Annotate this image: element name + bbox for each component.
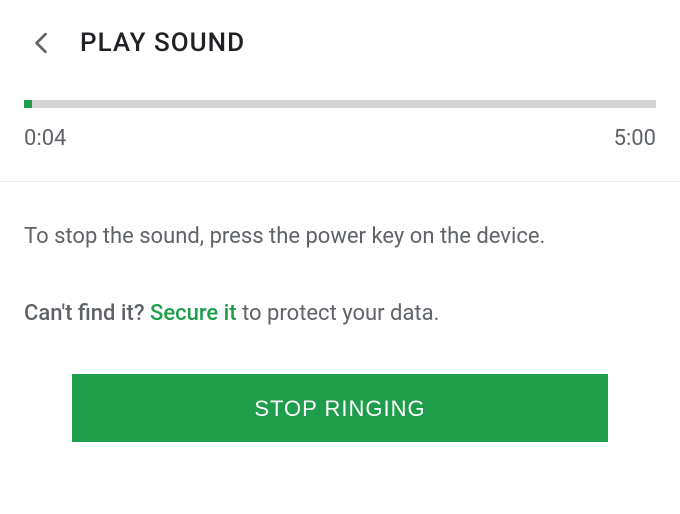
progress-fill [24, 100, 32, 108]
back-icon[interactable] [30, 32, 52, 54]
time-row: 0:04 5:00 [24, 126, 656, 151]
content: To stop the sound, press the power key o… [0, 182, 680, 442]
hint-suffix: to protect your data. [242, 301, 439, 326]
secure-it-link[interactable]: Secure it [150, 301, 237, 326]
progress-bar [24, 100, 656, 108]
progress-section: 0:04 5:00 [0, 82, 680, 181]
hint-text: Can't find it? Secure it to protect your… [24, 297, 656, 330]
elapsed-time: 0:04 [24, 126, 66, 151]
instruction-text: To stop the sound, press the power key o… [24, 220, 656, 253]
hint-question: Can't find it? [24, 301, 145, 326]
stop-ringing-button[interactable]: STOP RINGING [72, 374, 608, 442]
page-title: PLAY SOUND [80, 28, 245, 58]
header: PLAY SOUND [0, 0, 680, 82]
button-container: STOP RINGING [24, 374, 656, 442]
total-time: 5:00 [614, 126, 656, 151]
